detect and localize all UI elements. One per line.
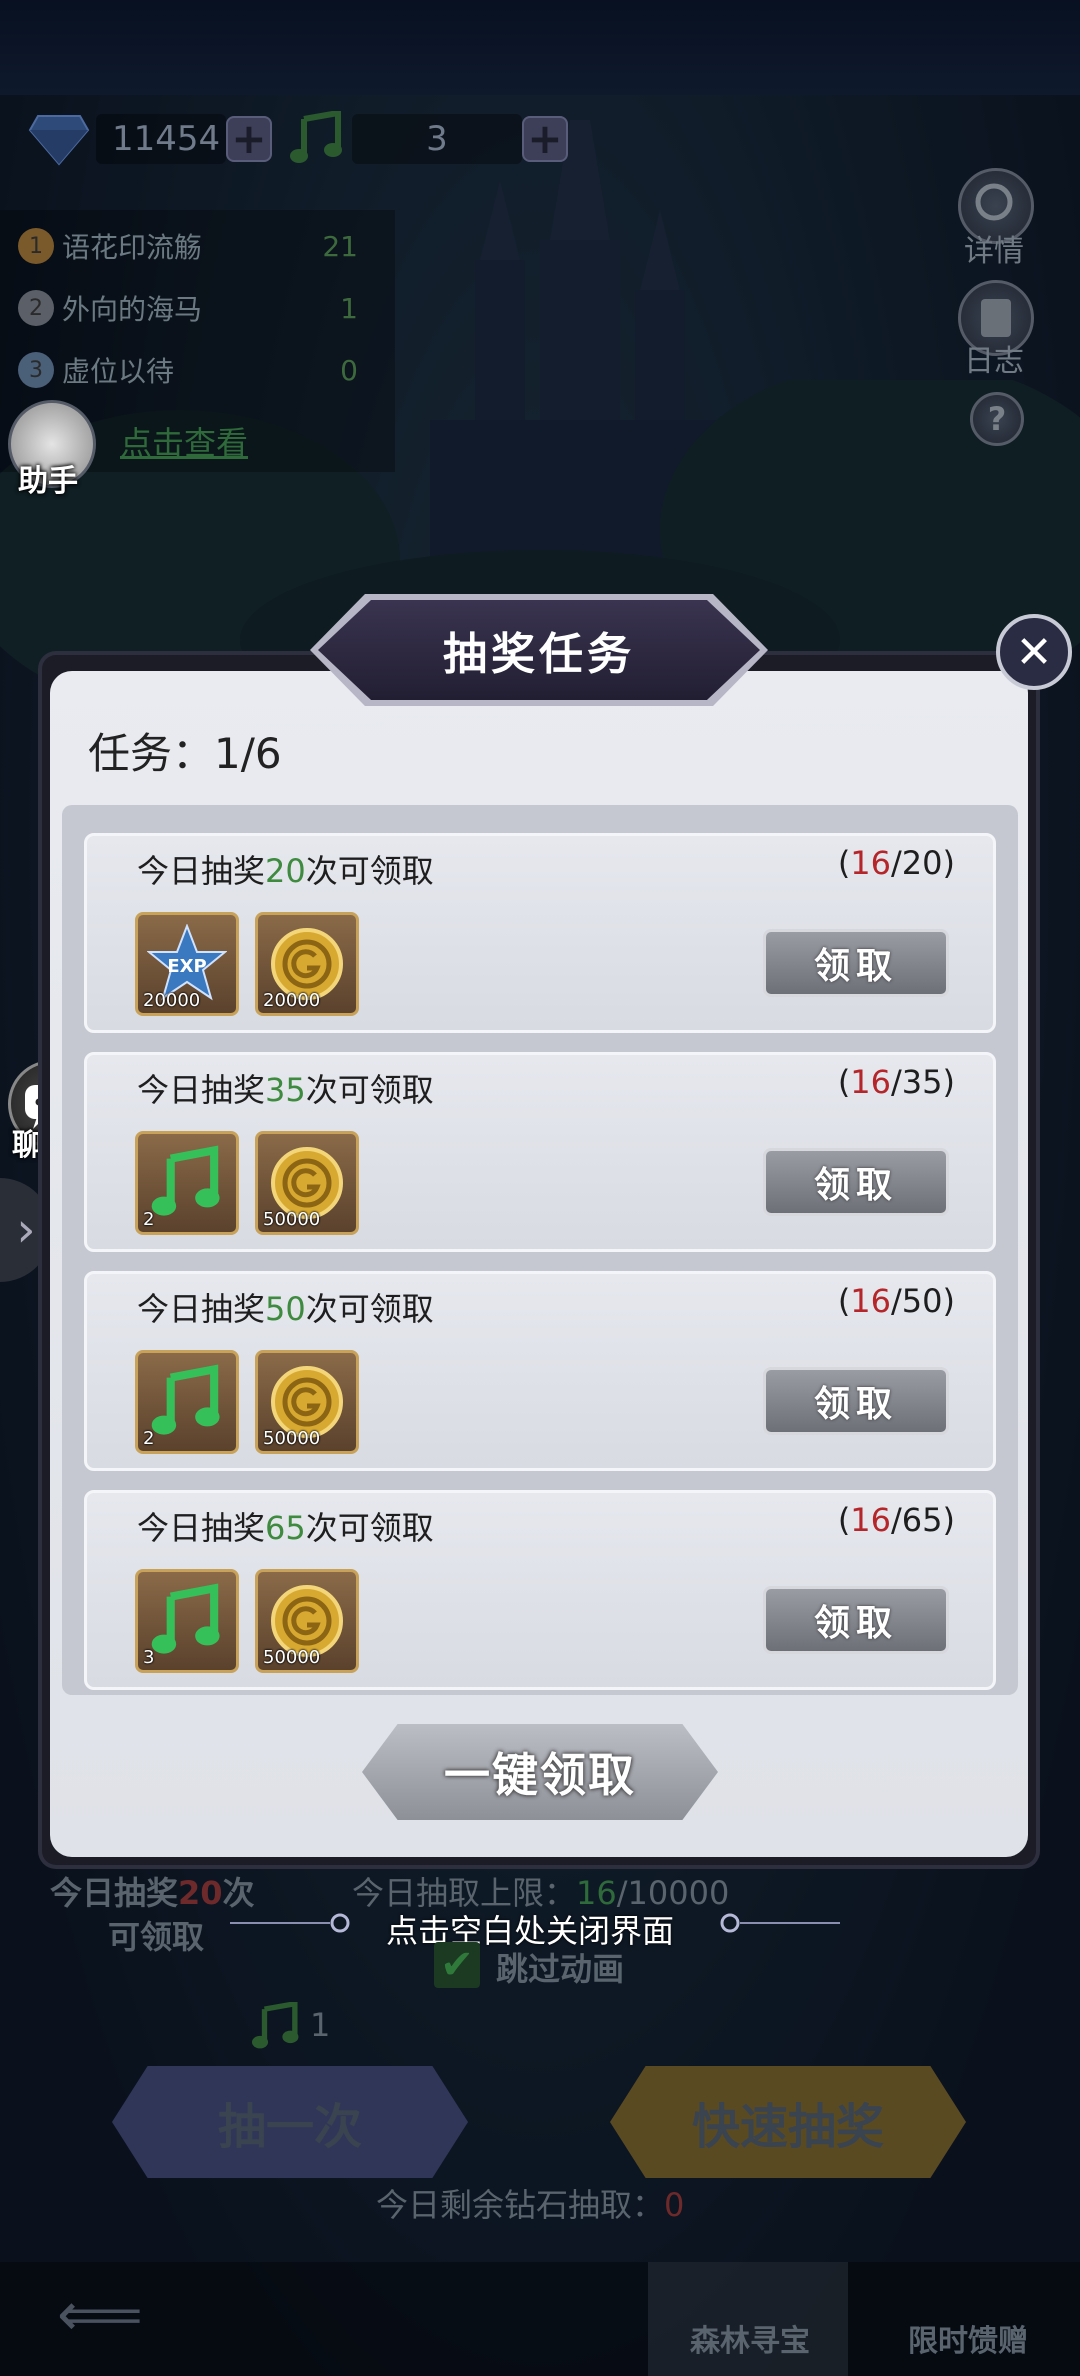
rank-score: 1	[340, 291, 358, 325]
claim-all-button[interactable]: 一键领取	[362, 1724, 718, 1820]
daily-draw-reward-line2: 可领取	[108, 1918, 205, 1956]
music-note-icon	[290, 111, 342, 163]
reward-quantity: 50000	[263, 1428, 321, 1449]
reward-item[interactable]: 20000	[255, 912, 359, 1016]
back-button[interactable]: ⟸	[20, 2270, 180, 2360]
claim-button[interactable]: 领取	[763, 1148, 949, 1216]
remaining-diamond-draws: 今日剩余钻石抽取：0	[376, 2186, 685, 2224]
task-title: 今日抽奖35次可领取	[137, 1071, 434, 1109]
task-title: 今日抽奖50次可领取	[137, 1290, 434, 1328]
task-progress: (16/50)	[837, 1282, 955, 1320]
log-label: 日志	[964, 344, 1024, 379]
rank-badge: 3	[18, 352, 54, 388]
task-card: 今日抽奖35次可领取 (16/35) 2 50000 领取	[84, 1052, 996, 1252]
note-count: 3	[352, 114, 522, 164]
music-note-icon	[151, 1583, 220, 1654]
reward-quantity: 2	[143, 1209, 155, 1230]
reward-quantity: 20000	[143, 990, 201, 1011]
reward-item[interactable]: 50000	[255, 1131, 359, 1235]
modal-title: 抽奖任务	[443, 629, 635, 680]
quick-draw-button[interactable]: 快速抽奖	[610, 2066, 966, 2178]
task-list[interactable]: 今日抽奖20次可领取 (16/20) EXP 20000 20000 领取 今日…	[62, 805, 1018, 1695]
task-title: 今日抽奖20次可领取	[137, 852, 434, 890]
task-progress: (16/35)	[837, 1063, 955, 1101]
rank-name: 外向的海马	[62, 293, 203, 326]
rank-score: 0	[340, 353, 358, 387]
ranking-row: 2 外向的海马 1	[18, 288, 358, 328]
reward-item[interactable]: 2	[135, 1131, 239, 1235]
ranking-row: 3 虚位以待 0	[18, 350, 358, 390]
add-diamond-button[interactable]: +	[226, 116, 272, 162]
task-card: 今日抽奖20次可领取 (16/20) EXP 20000 20000 领取	[84, 833, 996, 1033]
task-card: 今日抽奖50次可领取 (16/50) 2 50000 领取	[84, 1271, 996, 1471]
skip-animation-checkbox[interactable]: ✔	[434, 1942, 480, 1988]
back-arrow-icon: ⟸	[56, 2280, 143, 2350]
daily-draw-reward-text: 今日抽奖20次	[50, 1874, 255, 1912]
note-currency: 3 +	[290, 111, 568, 166]
question-mark-icon: ?	[987, 400, 1007, 438]
view-ranking-link[interactable]: 点击查看	[120, 418, 248, 464]
task-progress: (16/65)	[837, 1501, 955, 1539]
ornament-right-icon	[720, 1913, 840, 1933]
reward-quantity: 3	[143, 1647, 155, 1668]
reward-item[interactable]: 50000	[255, 1350, 359, 1454]
task-card: 今日抽奖65次可领取 (16/65) 3 50000 领取	[84, 1490, 996, 1690]
close-button[interactable]: ✕	[996, 614, 1072, 690]
add-note-button[interactable]: +	[522, 116, 568, 162]
music-note-icon	[151, 1364, 220, 1435]
rank-name: 语花印流觞	[62, 231, 203, 264]
ornament-left-icon	[230, 1913, 350, 1933]
rank-badge: 1	[18, 228, 54, 264]
checkmark-icon: ✔	[440, 1942, 474, 1988]
note-cost: 1	[310, 2006, 331, 2044]
music-note-icon	[151, 1145, 220, 1216]
claim-button[interactable]: 领取	[763, 1367, 949, 1435]
reward-item[interactable]: 50000	[255, 1569, 359, 1673]
diamond-currency: 11454 +	[28, 112, 272, 166]
help-button[interactable]: ?	[970, 392, 1024, 446]
draw-once-button[interactable]: 抽一次	[112, 2066, 468, 2178]
reward-quantity: 20000	[263, 990, 321, 1011]
reward-quantity: 2	[143, 1428, 155, 1449]
svg-text:EXP: EXP	[167, 956, 206, 977]
nav-forest-label: 森林寻宝	[690, 2324, 810, 2359]
reward-item[interactable]: EXP 20000	[135, 912, 239, 1016]
task-progress: (16/20)	[837, 844, 955, 882]
diamond-icon	[28, 115, 90, 166]
reward-quantity: 50000	[263, 1647, 321, 1668]
reward-item[interactable]: 2	[135, 1350, 239, 1454]
music-note-icon	[252, 2002, 299, 2049]
claim-button[interactable]: 领取	[763, 1586, 949, 1654]
rank-name: 虚位以待	[62, 355, 175, 388]
chevron-right-icon: ›	[16, 1202, 36, 1258]
rank-score: 21	[322, 229, 358, 263]
ranking-row: 1 语花印流觞 21	[18, 226, 358, 266]
task-title: 今日抽奖65次可领取	[137, 1509, 434, 1547]
nav-limited-label[interactable]: 限时馈赠	[908, 2316, 1028, 2360]
details-label: 详情	[964, 234, 1024, 269]
claim-button[interactable]: 领取	[763, 929, 949, 997]
reward-quantity: 50000	[263, 1209, 321, 1230]
close-icon: ✕	[1015, 626, 1053, 678]
skip-animation-label: 跳过动画	[496, 1950, 625, 1988]
task-count: 任务：1/6	[88, 729, 282, 778]
reward-item[interactable]: 3	[135, 1569, 239, 1673]
rank-badge: 2	[18, 290, 54, 326]
diamond-count: 11454	[96, 114, 226, 164]
assistant-label: 助手	[18, 464, 78, 499]
